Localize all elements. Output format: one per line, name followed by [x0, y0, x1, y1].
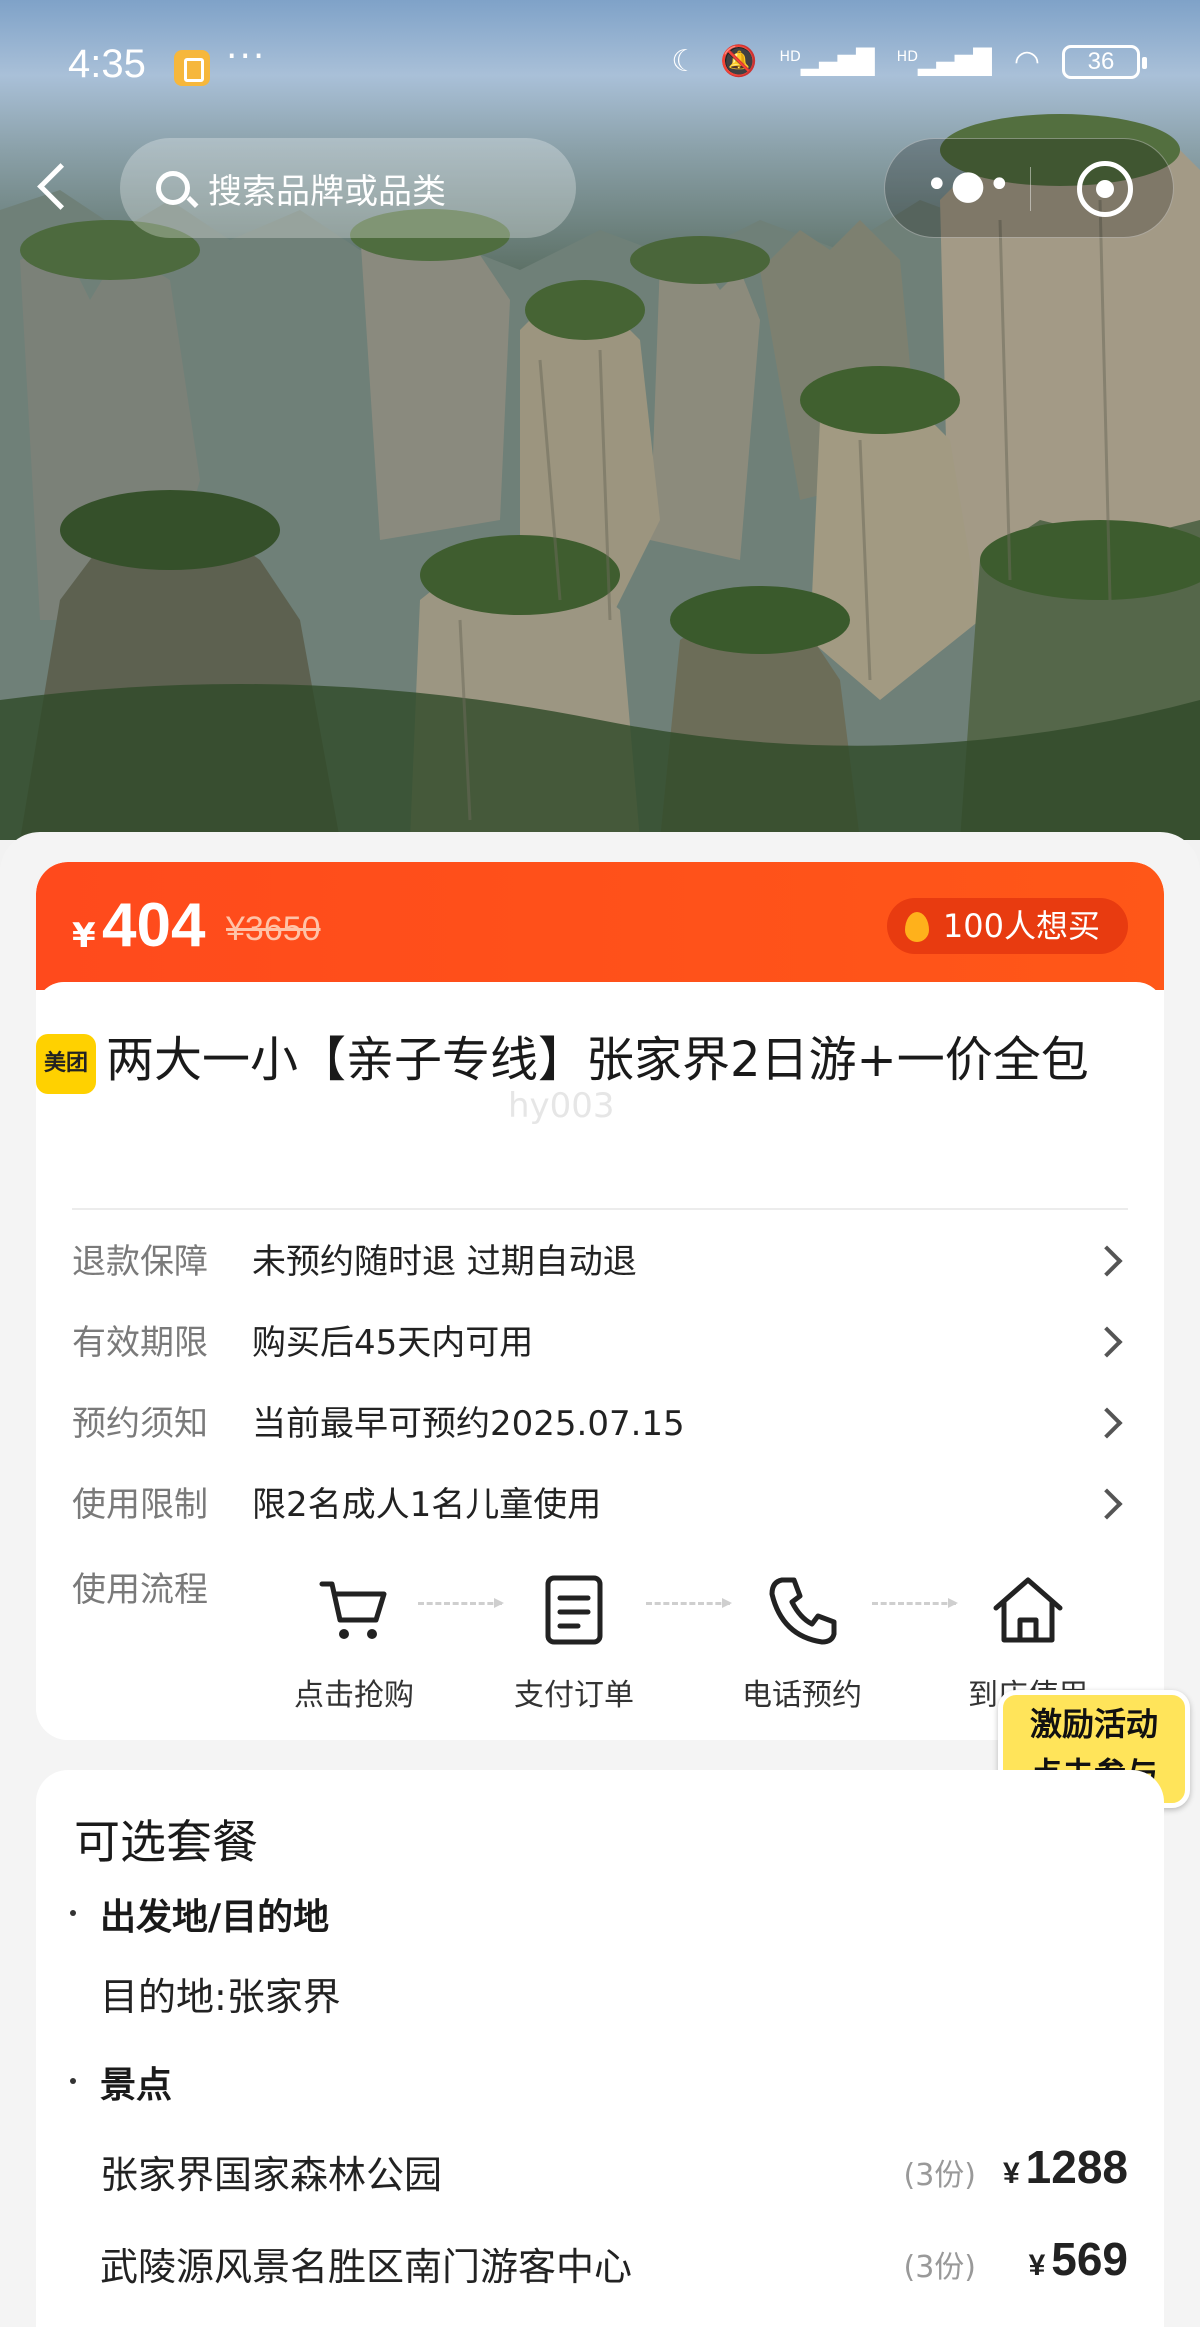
meituan-logo: 美团: [36, 1034, 96, 1094]
usage-flow-label: 使用流程: [72, 1570, 208, 1610]
capsule-divider: [1030, 167, 1031, 211]
signal-icon: HD▂▄▆█: [779, 47, 875, 76]
flow-arrow: [418, 1598, 504, 1608]
chevron-right-icon: [1091, 1326, 1123, 1358]
package-price-value: 1288: [1025, 2141, 1128, 2193]
flow-step-pay: 支付订单: [494, 1570, 654, 1714]
status-bar: 4:35 ··· ☾ 🔕 HD▂▄▆█ HD▂▄▆█ ◠ 36: [0, 0, 1200, 130]
want-count: 100人想买: [942, 907, 1100, 945]
search-placeholder: 搜索品牌或品类: [208, 171, 446, 212]
package-name: 武陵源风景名胜区南门游客中心: [100, 2245, 633, 2289]
cart-icon: [319, 1581, 387, 1639]
info-label: 预约须知: [72, 1404, 208, 1444]
flow-step-label: 点击抢购: [294, 1678, 414, 1713]
battery-icon: 36: [1062, 44, 1147, 79]
destination-text: 目的地:张家界: [100, 1975, 341, 2019]
fire-icon: [904, 912, 929, 942]
currency-symbol: ¥: [72, 916, 96, 956]
chevron-right-icon: [1091, 1407, 1123, 1439]
status-time: 4:35: [68, 42, 146, 86]
flow-step-purchase: 点击抢购: [274, 1570, 434, 1714]
flow-step-phone: 电话预约: [722, 1570, 882, 1714]
divider: [72, 1208, 1128, 1210]
info-value: 未预约随时退 过期自动退: [252, 1242, 637, 1282]
currency-symbol: ¥: [1028, 2249, 1046, 2282]
home-icon: [993, 1577, 1063, 1643]
moon-icon: ☾: [671, 44, 699, 79]
package-item[interactable]: 武陵源风景名胜区南门游客中心 (3份) ¥569: [100, 2233, 1128, 2296]
info-row-validity[interactable]: 有效期限 购买后45天内可用: [72, 1313, 1128, 1373]
info-value: 当前最早可预约2025.07.15: [252, 1404, 685, 1444]
original-price: ¥3650: [226, 910, 321, 948]
search-icon: [156, 171, 190, 205]
package-price: ¥1288: [1003, 2140, 1128, 2194]
info-label: 有效期限: [72, 1323, 208, 1363]
current-price: 404: [102, 891, 206, 960]
phone-icon: [769, 1577, 837, 1645]
packages-heading: 可选套餐: [74, 1815, 258, 1869]
flow-arrow: [646, 1598, 732, 1608]
flow-step-label: 支付订单: [514, 1678, 634, 1713]
info-value: 限2名成人1名儿童使用: [252, 1485, 602, 1525]
package-qty: (3份): [903, 2250, 977, 2285]
status-icons: ☾ 🔕 HD▂▄▆█ HD▂▄▆█ ◠ 36: [671, 44, 1147, 79]
order-icon: [545, 1575, 603, 1645]
chevron-right-icon: [1091, 1488, 1123, 1520]
promo-line-1: 激励活动: [1029, 1705, 1158, 1743]
hd-label: HD: [779, 48, 801, 65]
more-notifications-icon: ···: [226, 36, 267, 77]
package-qty: (3份): [903, 2158, 977, 2193]
currency-symbol: ¥: [1002, 2157, 1020, 2190]
packages-card: 可选套餐 出发地/目的地 目的地:张家界 景点 张家界国家森林公园 (3份) ¥…: [36, 1770, 1164, 2327]
info-row-booking[interactable]: 预约须知 当前最早可预约2025.07.15: [72, 1394, 1128, 1454]
want-count-badge: 100人想买: [886, 898, 1128, 954]
package-price: ¥569: [1029, 2232, 1128, 2286]
product-title-text: 两大一小【亲子专线】张家界2日游+一价全包: [106, 1032, 1089, 1088]
flow-step-label: 电话预约: [742, 1678, 862, 1713]
signal-icon-2: HD▂▄▆█: [896, 47, 992, 76]
section-label: 景点: [100, 2065, 173, 2106]
section-departure-destination: 出发地/目的地: [70, 1888, 329, 1940]
package-name: 张家界国家森林公园: [100, 2153, 443, 2197]
wifi-icon: ◠: [1013, 44, 1040, 79]
watermark: hy003: [508, 1086, 615, 1126]
close-miniprogram-button[interactable]: [1077, 161, 1133, 217]
search-input[interactable]: 搜索品牌或品类: [120, 138, 576, 238]
info-label: 使用限制: [72, 1485, 208, 1525]
chevron-right-icon: [1091, 1245, 1123, 1277]
info-row-refund[interactable]: 退款保障 未预约随时退 过期自动退: [72, 1232, 1128, 1292]
hero-image: 4:35 ··· ☾ 🔕 HD▂▄▆█ HD▂▄▆█ ◠ 36 搜索品牌或品类 …: [0, 0, 1200, 840]
section-attractions: 景点: [70, 2056, 172, 2108]
notes-app-icon: [174, 50, 210, 86]
hd-label-2: HD: [896, 48, 918, 65]
package-price-value: 569: [1051, 2233, 1128, 2285]
mute-bell-icon: 🔕: [720, 44, 758, 79]
info-value: 购买后45天内可用: [252, 1323, 534, 1363]
flow-arrow: [872, 1598, 958, 1608]
package-item[interactable]: 张家界国家森林公园 (3份) ¥1288: [100, 2141, 1128, 2204]
info-row-restriction[interactable]: 使用限制 限2名成人1名儿童使用: [72, 1475, 1128, 1535]
miniprogram-capsule: •●•: [884, 138, 1174, 238]
info-label: 退款保障: [72, 1242, 208, 1282]
section-label: 出发地/目的地: [100, 1897, 330, 1938]
back-button[interactable]: [30, 156, 80, 220]
more-options-button[interactable]: •●•: [925, 165, 1011, 209]
price-band: ¥ 404 ¥3650 100人想买: [36, 862, 1164, 990]
